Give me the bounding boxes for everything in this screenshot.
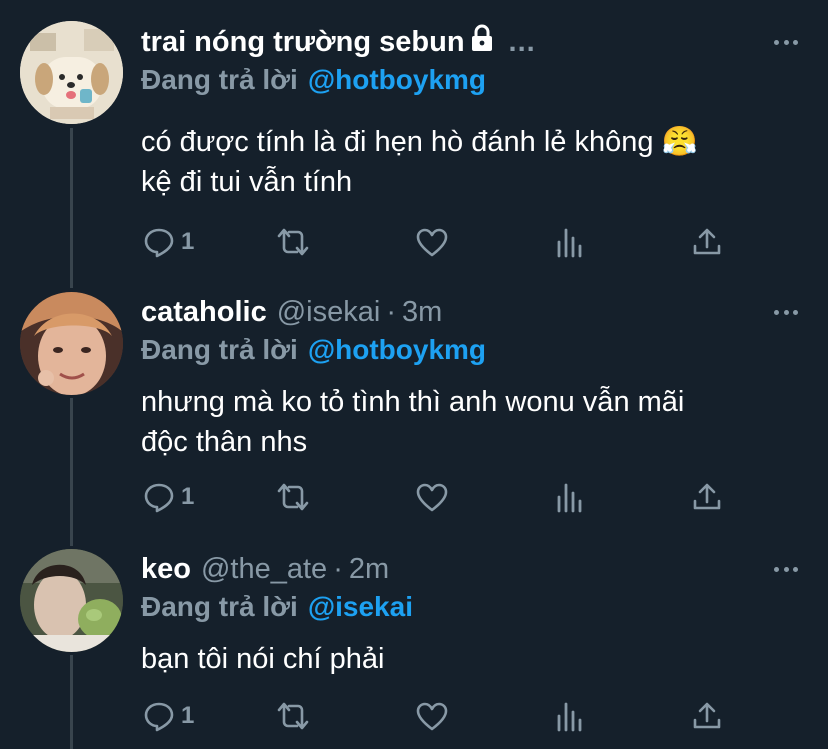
tweet-text-line: nhưng mà ko tỏ tình thì anh wonu vẫn mãi	[141, 386, 685, 418]
tweet-text: nhưng mà ko tỏ tình thì anh wonu vẫn mãi…	[141, 382, 801, 462]
retweet-icon	[275, 700, 311, 732]
timestamp[interactable]: 3m	[402, 296, 442, 329]
like-icon	[415, 700, 449, 732]
user-handle[interactable]: @the_ate	[201, 553, 327, 586]
analytics-icon	[555, 226, 585, 258]
share-icon	[691, 226, 723, 258]
retweet-button[interactable]	[275, 226, 311, 258]
replying-to: Đang trả lời @hotboykmg	[141, 334, 486, 368]
display-name[interactable]: cataholic	[141, 296, 267, 329]
tweet-header: trai nóng trường sebun ...	[141, 24, 536, 60]
share-icon	[691, 481, 723, 513]
display-name[interactable]: keo	[141, 553, 191, 586]
tweet-text-line: bạn tôi nói chí phải	[141, 643, 385, 675]
reply-button[interactable]: 1	[143, 700, 194, 732]
reply-icon	[143, 481, 175, 513]
share-icon	[691, 700, 723, 732]
share-button[interactable]	[691, 700, 723, 732]
tweet-text: bạn tôi nói chí phải	[141, 639, 801, 679]
avatar[interactable]	[20, 549, 123, 652]
display-name[interactable]: trai nóng trường sebun	[141, 26, 465, 59]
reply-button[interactable]: 1	[143, 481, 194, 513]
analytics-icon	[555, 481, 585, 513]
replying-to: Đang trả lời @isekai	[141, 591, 413, 625]
share-button[interactable]	[691, 226, 723, 258]
reply-count: 1	[181, 702, 195, 729]
tweet-text-line: kệ đi tui vẫn tính	[141, 166, 353, 198]
like-button[interactable]	[415, 481, 449, 513]
analytics-button[interactable]	[555, 226, 585, 258]
reply-icon	[143, 700, 175, 732]
replying-to-label: Đang trả lời	[141, 334, 298, 365]
avatar[interactable]	[20, 292, 123, 395]
reply-count: 1	[181, 483, 195, 510]
replying-to-handle-link[interactable]: @isekai	[308, 591, 413, 622]
analytics-icon	[555, 700, 585, 732]
reply-icon	[143, 226, 175, 258]
tweet-actions: 1	[141, 700, 741, 736]
analytics-button[interactable]	[555, 481, 585, 513]
tweet[interactable]: keo @the_ate · 2m Đang trả lời @isekai bạ…	[0, 540, 828, 749]
like-button[interactable]	[415, 700, 449, 732]
reply-count: 1	[181, 228, 195, 255]
replying-to: Đang trả lời @hotboykmg	[141, 64, 486, 98]
separator-dot: ·	[386, 295, 396, 328]
tweet[interactable]: trai nóng trường sebun ... Đang trả lời @…	[0, 0, 828, 270]
separator-dot: ·	[333, 552, 343, 585]
avatar[interactable]	[20, 21, 123, 124]
more-icon[interactable]	[774, 565, 798, 573]
analytics-button[interactable]	[555, 700, 585, 732]
tweet-actions: 1	[141, 226, 741, 262]
reply-button[interactable]: 1	[143, 226, 194, 258]
tweet-header: keo @the_ate · 2m	[141, 551, 389, 587]
tweet-text-line: độc thân nhs	[141, 426, 308, 458]
tweet-actions: 1	[141, 481, 741, 517]
tweet-text: có được tính là đi hẹn hò đánh lẻ không …	[141, 122, 801, 202]
timestamp[interactable]: 2m	[349, 553, 389, 586]
share-button[interactable]	[691, 481, 723, 513]
replying-to-label: Đang trả lời	[141, 591, 298, 622]
user-handle[interactable]: @isekai	[277, 296, 381, 329]
more-icon[interactable]	[774, 308, 798, 316]
replying-to-handle-link[interactable]: @hotboykmg	[308, 64, 486, 95]
tweet-text-line: có được tính là đi hẹn hò đánh lẻ không …	[141, 126, 698, 158]
like-icon	[415, 481, 449, 513]
retweet-button[interactable]	[275, 700, 311, 732]
retweet-icon	[275, 226, 311, 258]
retweet-button[interactable]	[275, 481, 311, 513]
tweet-header: cataholic @isekai · 3m	[141, 294, 442, 330]
like-icon	[415, 226, 449, 258]
more-icon[interactable]	[774, 38, 798, 46]
replying-to-handle-link[interactable]: @hotboykmg	[308, 334, 486, 365]
retweet-icon	[275, 481, 311, 513]
lock-icon	[469, 24, 495, 60]
tweet[interactable]: cataholic @isekai · 3m Đang trả lời @hotb…	[0, 270, 828, 540]
like-button[interactable]	[415, 226, 449, 258]
replying-to-label: Đang trả lời	[141, 64, 298, 95]
truncation-ellipsis: ...	[508, 25, 536, 58]
